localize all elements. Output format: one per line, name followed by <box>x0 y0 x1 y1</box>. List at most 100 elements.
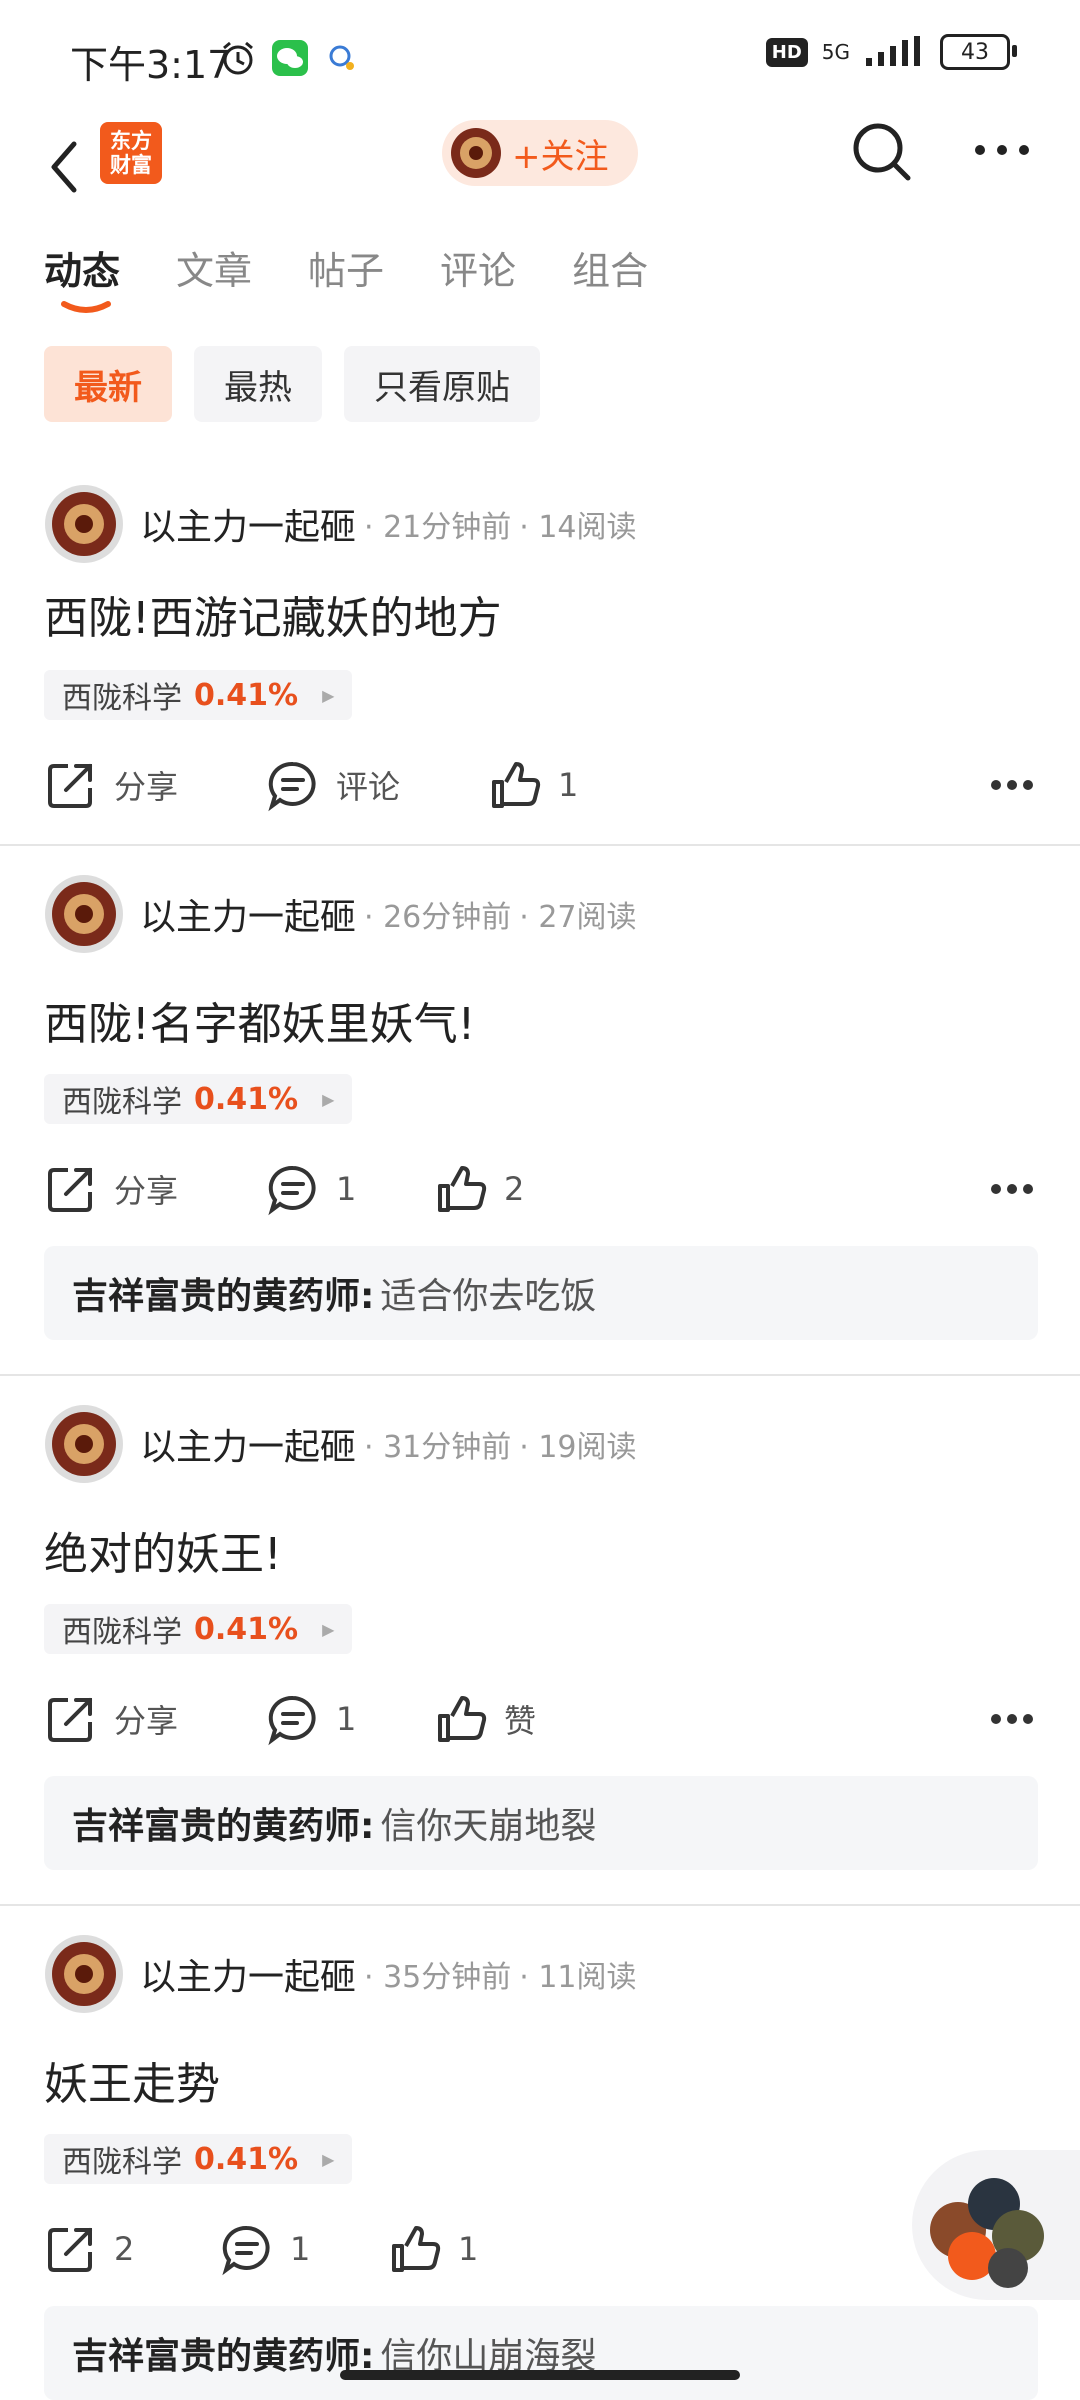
comment-preview[interactable]: 吉祥富贵的黄药师: 信你天崩地裂 <box>44 1776 1038 1870</box>
cloud-icon <box>329 45 354 70</box>
comment-button[interactable]: 1 <box>266 1162 356 1216</box>
post-title[interactable]: 西陇!西游记藏妖的地方 <box>44 582 502 646</box>
filter-bar: 最新 最热 只看原贴 <box>44 346 540 422</box>
author-name[interactable]: 以主力一起砸 <box>140 888 356 940</box>
follow-label: +关注 <box>512 136 609 177</box>
post-card[interactable]: 以主力一起砸 · 26分钟前 · 27阅读 西陇!名字都妖里妖气! 西陇科学 0… <box>0 846 1080 1376</box>
stock-tag[interactable]: 西陇科学 0.41% ▶ <box>44 2134 353 2184</box>
avatar <box>451 128 501 178</box>
share-icon <box>48 2228 92 2272</box>
floating-widget[interactable] <box>912 2150 1080 2300</box>
comment-button[interactable]: 评论 <box>266 758 400 812</box>
post-title[interactable]: 妖王走势 <box>44 2048 220 2112</box>
more-icon[interactable] <box>990 1182 1034 1196</box>
share-button[interactable]: 分享 <box>44 1162 178 1216</box>
author-name[interactable]: 以主力一起砸 <box>140 498 356 550</box>
post-actions: 分享 评论 1 <box>44 758 1034 818</box>
alarm-icon <box>223 41 253 75</box>
comment-text: 信你天崩地裂 <box>380 1806 597 1847</box>
like-count: 1 <box>558 766 579 804</box>
tab-posts[interactable]: 帖子 <box>308 240 384 295</box>
app-logo: 东方 财富 <box>100 122 162 184</box>
post-card[interactable]: 以主力一起砸 · 31分钟前 · 19阅读 绝对的妖王! 西陇科学 0.41% … <box>0 1376 1080 1906</box>
like-button[interactable]: 2 <box>434 1162 524 1216</box>
share-icon <box>48 1168 92 1212</box>
tab-dynamic[interactable]: 动态 <box>44 240 120 313</box>
top-navbar: 东方 财富 +关注 <box>0 110 1080 230</box>
comment-count: 1 <box>290 2230 311 2268</box>
avatar[interactable] <box>44 484 124 564</box>
arrow-right-icon: ▶ <box>322 1619 335 1639</box>
stock-name: 西陇科学 <box>62 2145 182 2180</box>
stock-change: 0.41% <box>194 1611 299 1647</box>
stock-tag[interactable]: 西陇科学 0.41% ▶ <box>44 1074 353 1124</box>
comment-author: 吉祥富贵的黄药师: <box>72 1806 375 1847</box>
stock-name: 西陇科学 <box>62 1615 182 1650</box>
follow-button[interactable]: +关注 <box>442 120 638 186</box>
like-button[interactable]: 1 <box>488 758 578 812</box>
stock-change: 0.41% <box>194 2141 299 2177</box>
stock-name: 西陇科学 <box>62 1085 182 1120</box>
comment-count: 评论 <box>336 768 401 806</box>
tab-portfolio[interactable]: 组合 <box>572 240 648 295</box>
share-button[interactable]: 分享 <box>44 1692 178 1746</box>
comment-icon <box>268 761 316 812</box>
tab-indicator <box>61 301 111 313</box>
comment-preview[interactable]: 吉祥富贵的黄药师: 适合你去吃饭 <box>44 1246 1038 1340</box>
arrow-right-icon: ▶ <box>322 685 335 705</box>
like-count: 2 <box>504 1170 525 1208</box>
tab-label: 帖子 <box>308 249 385 293</box>
share-icon <box>48 764 92 808</box>
arrow-right-icon: ▶ <box>322 1089 335 1109</box>
hd-badge: HD <box>765 37 808 67</box>
like-button[interactable]: 1 <box>388 2222 478 2276</box>
read-count: · 19阅读 <box>519 1430 637 1465</box>
filter-hottest[interactable]: 最热 <box>194 346 322 422</box>
status-bar: 下午3:17 HD 5G 43 <box>0 0 1080 110</box>
logo-line1: 东方 <box>110 129 152 153</box>
tab-comments[interactable]: 评论 <box>440 240 516 295</box>
comment-button[interactable]: 1 <box>220 2222 310 2276</box>
thumbs-up-icon <box>492 762 541 808</box>
avatar[interactable] <box>44 1934 124 2014</box>
post-header: 以主力一起砸 · 21分钟前 · 14阅读 <box>44 484 637 564</box>
post-header: 以主力一起砸 · 26分钟前 · 27阅读 <box>44 874 637 954</box>
more-icon[interactable] <box>990 778 1034 792</box>
tab-articles[interactable]: 文章 <box>176 240 252 295</box>
thumbs-up-icon <box>438 1166 487 1212</box>
share-button[interactable]: 分享 <box>44 758 178 812</box>
search-icon[interactable] <box>850 120 914 184</box>
status-right: HD 5G 43 <box>765 34 1017 70</box>
share-button[interactable]: 2 <box>44 2222 134 2276</box>
avatar[interactable] <box>44 1404 124 1484</box>
like-button[interactable]: 赞 <box>434 1692 536 1746</box>
logo-line2: 财富 <box>110 153 152 177</box>
share-label: 分享 <box>114 1702 179 1740</box>
filter-original-only[interactable]: 只看原贴 <box>344 346 540 422</box>
post-time: · 26分钟前 <box>364 900 512 935</box>
more-icon[interactable] <box>990 1712 1034 1726</box>
stock-tag[interactable]: 西陇科学 0.41% ▶ <box>44 1604 353 1654</box>
comment-button[interactable]: 1 <box>266 1692 356 1746</box>
stock-change: 0.41% <box>194 677 299 713</box>
post-card[interactable]: 以主力一起砸 · 21分钟前 · 14阅读 西陇!西游记藏妖的地方 西陇科学 0… <box>0 456 1080 846</box>
share-icon <box>48 1698 92 1742</box>
stock-name: 西陇科学 <box>62 681 182 716</box>
back-arrow-icon[interactable] <box>40 132 90 202</box>
post-title[interactable]: 绝对的妖王! <box>44 1518 282 1582</box>
like-label: 赞 <box>504 1702 537 1740</box>
comment-count: 1 <box>336 1700 357 1738</box>
comment-preview[interactable]: 吉祥富贵的黄药师: 信你山崩海裂 <box>44 2306 1038 2400</box>
arrow-right-icon: ▶ <box>322 2149 335 2169</box>
author-name[interactable]: 以主力一起砸 <box>140 1948 356 2000</box>
post-header: 以主力一起砸 · 31分钟前 · 19阅读 <box>44 1404 637 1484</box>
battery-level: 43 <box>961 39 989 65</box>
stock-tag[interactable]: 西陇科学 0.41% ▶ <box>44 670 353 720</box>
home-indicator[interactable] <box>340 2370 740 2380</box>
post-title[interactable]: 西陇!名字都妖里妖气! <box>44 988 475 1052</box>
author-name[interactable]: 以主力一起砸 <box>140 1418 356 1470</box>
avatar[interactable] <box>44 874 124 954</box>
thumbs-up-icon <box>392 2226 441 2272</box>
filter-latest[interactable]: 最新 <box>44 346 172 422</box>
more-icon[interactable] <box>972 140 1032 160</box>
